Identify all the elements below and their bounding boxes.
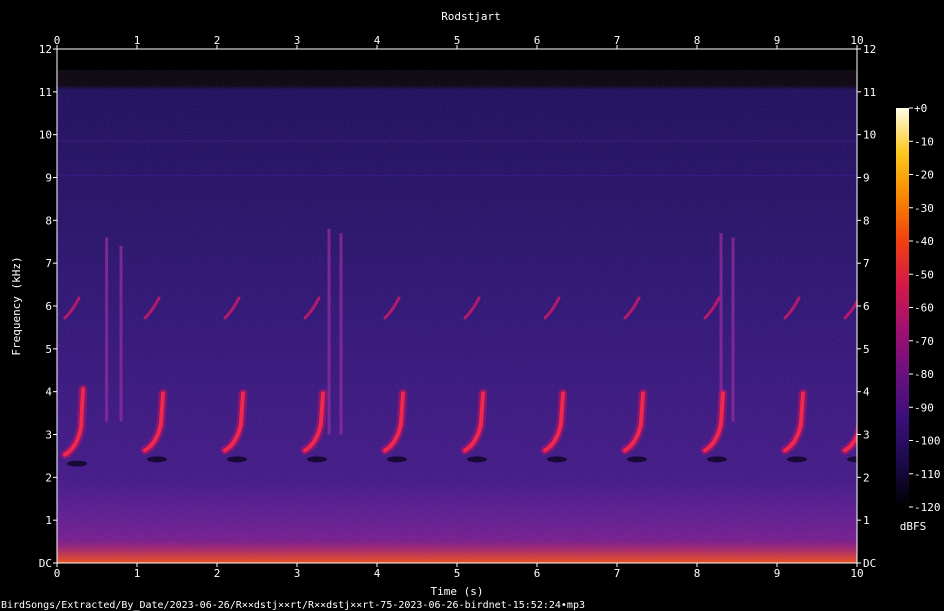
spectrogram-figure: Rodstjart 0 1 2 3 4 5 6 7 8 9 10 0 1 2 3 4 5 6 7 8 9 10 DC12… xyxy=(1,10,941,611)
x-tick-label-top: 0 xyxy=(54,34,61,47)
x-axis-top: 0 1 2 3 4 5 6 7 8 9 10 xyxy=(54,34,864,49)
colorbar: +0 -10 -20 -30 -40 -50 -60 -70 -80 -90 -100 -110 -12… xyxy=(896,102,941,533)
x-tick-label-top: 3 xyxy=(294,34,301,47)
x-tick-label-top: 4 xyxy=(374,34,381,47)
y-tick-label-right: 9 xyxy=(863,172,870,185)
colorbar-tick-label: -40 xyxy=(914,235,934,248)
x-tick-label-top: 10 xyxy=(850,34,863,47)
y-tick-label: 6 xyxy=(45,300,52,313)
x-tick-label: 5 xyxy=(454,567,461,580)
x-tick-label: 2 xyxy=(214,567,221,580)
y-tick-label: DC xyxy=(39,557,52,570)
y-tick-label: 11 xyxy=(39,86,52,99)
colorbar-tick-label: -50 xyxy=(914,268,934,281)
plot-area xyxy=(56,48,858,564)
spectrogram-noise xyxy=(57,70,857,563)
y-tick-label-right: DC xyxy=(863,557,876,570)
chart-title: Rodstjart xyxy=(441,10,501,23)
y-tick-label: 12 xyxy=(39,43,52,56)
y-tick-label: 10 xyxy=(39,129,52,142)
x-axis-bottom: 0 1 2 3 4 5 6 7 8 9 10 xyxy=(54,563,864,580)
y-tick-label: 4 xyxy=(45,386,52,399)
y-tick-label-right: 12 xyxy=(863,43,876,56)
y-tick-label-right: 1 xyxy=(863,514,870,527)
y-tick-label-right: 3 xyxy=(863,429,870,442)
dc-band xyxy=(57,540,857,563)
note-shadow xyxy=(147,456,167,463)
colorbar-tick-label: -100 xyxy=(914,435,941,448)
x-tick-label: 0 xyxy=(54,567,61,580)
x-tick-label: 6 xyxy=(534,567,541,580)
y-tick-label: 8 xyxy=(45,214,52,227)
colorbar-tick-label: -60 xyxy=(914,302,934,315)
y-tick-label-right: 6 xyxy=(863,300,870,313)
x-axis-label: Time (s) xyxy=(431,585,484,598)
colorbar-tick-label: -10 xyxy=(914,135,934,148)
x-tick-label-top: 6 xyxy=(534,34,541,47)
note-shadow xyxy=(307,456,327,463)
x-tick-label: 1 xyxy=(134,567,141,580)
y-tick-label: 7 xyxy=(45,257,52,270)
y-tick-label-right: 5 xyxy=(863,343,870,356)
x-tick-label: 7 xyxy=(614,567,621,580)
y-tick-label-right: 2 xyxy=(863,471,870,484)
note-shadow xyxy=(547,456,567,463)
note-shadow xyxy=(387,456,407,463)
colorbar-tick-label: -70 xyxy=(914,335,934,348)
y-tick-label: 2 xyxy=(45,471,52,484)
y-axis-left: DC123456789101112 xyxy=(39,43,57,570)
note-shadow xyxy=(787,456,807,463)
x-tick-label: 10 xyxy=(850,567,863,580)
colorbar-tick-label: -20 xyxy=(914,169,934,182)
y-tick-label-right: 4 xyxy=(863,386,870,399)
note-shadow xyxy=(627,456,647,463)
colorbar-ticks: +0 -10 -20 -30 -40 -50 -60 -70 -80 -90 -100 -110 -12… xyxy=(909,102,941,514)
y-tick-label-right: 10 xyxy=(863,129,876,142)
x-tick-label-top: 9 xyxy=(774,34,781,47)
note-shadow xyxy=(227,456,247,463)
y-axis-label: Frequency (kHz) xyxy=(10,256,23,355)
y-tick-label: 9 xyxy=(45,172,52,185)
y-tick-label-right: 8 xyxy=(863,214,870,227)
y-tick-label: 5 xyxy=(45,343,52,356)
x-tick-label-top: 1 xyxy=(134,34,141,47)
note-shadow xyxy=(707,456,727,463)
note-shadow xyxy=(67,460,87,467)
x-tick-label: 8 xyxy=(694,567,701,580)
colorbar-tick-label: -120 xyxy=(914,501,941,514)
colorbar-label: dBFS xyxy=(900,520,927,533)
y-tick-label-right: 11 xyxy=(863,86,876,99)
colorbar-tick-label: -110 xyxy=(914,468,941,481)
y-axis-right: DC123456789101112 xyxy=(857,43,876,570)
x-tick-label-top: 5 xyxy=(454,34,461,47)
x-tick-label-top: 2 xyxy=(214,34,221,47)
colorbar-tick-label: +0 xyxy=(914,102,927,115)
colorbar-gradient xyxy=(896,108,909,507)
x-tick-label-top: 7 xyxy=(614,34,621,47)
x-tick-label: 4 xyxy=(374,567,381,580)
y-tick-label-right: 7 xyxy=(863,257,870,270)
colorbar-tick-label: -90 xyxy=(914,401,934,414)
note-shadow xyxy=(467,456,487,463)
colorbar-tick-label: -30 xyxy=(914,202,934,215)
y-tick-label: 3 xyxy=(45,429,52,442)
y-tick-label: 1 xyxy=(45,514,52,527)
x-tick-label-top: 8 xyxy=(694,34,701,47)
colorbar-tick-label: -80 xyxy=(914,368,934,381)
x-tick-label: 3 xyxy=(294,567,301,580)
file-path: BirdSongs/Extracted/By_Date/2023-06-26/R… xyxy=(1,600,585,611)
x-tick-label: 9 xyxy=(774,567,781,580)
